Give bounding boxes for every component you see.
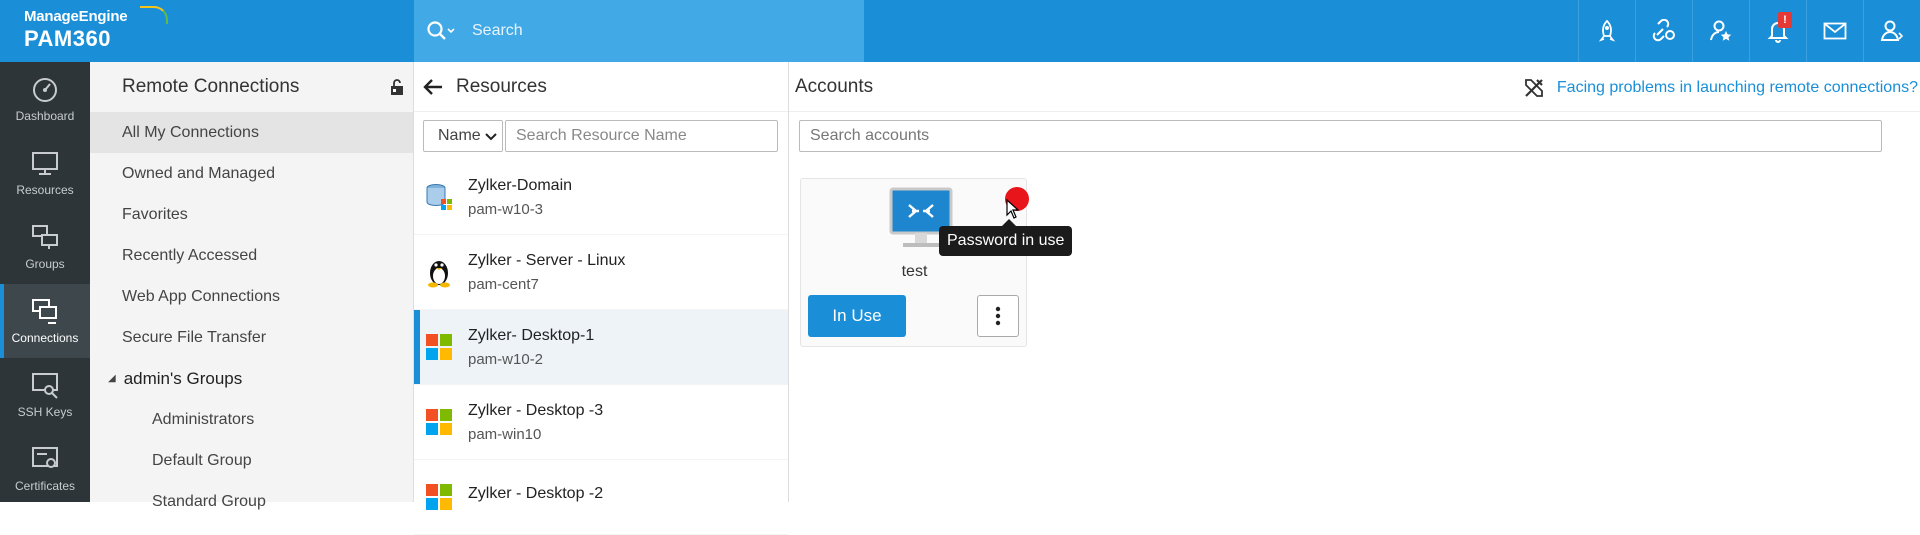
rc-item-owned-and-managed[interactable]: Owned and Managed (90, 153, 413, 194)
mail-icon[interactable] (1806, 0, 1863, 62)
brand-logo[interactable]: ManageEngine PAM360 (24, 6, 168, 52)
help-link[interactable]: Facing problems in launching remote conn… (1523, 77, 1918, 99)
linux-icon (424, 257, 454, 288)
resource-host: pam-cent7 (468, 275, 539, 293)
user-star-icon[interactable] (1692, 0, 1749, 62)
resource-search-bar: Name (414, 112, 788, 160)
chevron-down-icon (484, 127, 498, 150)
mouse-cursor-icon (1006, 198, 1020, 224)
rc-group-administrators[interactable]: Administrators (90, 399, 413, 440)
nav-certificates[interactable]: Certificates (0, 432, 90, 506)
nav-label: SSH Keys (17, 405, 73, 419)
help-link-text[interactable]: Facing problems in launching remote conn… (1557, 79, 1918, 97)
resource-row[interactable]: Zylker - Desktop -3 pam-win10 (414, 385, 788, 460)
password-in-use-tooltip: Password in use (939, 219, 1073, 256)
account-search-input[interactable] (799, 120, 1882, 152)
resource-name: Zylker - Desktop -2 (468, 485, 604, 502)
resource-host: pam-w10-3 (468, 200, 544, 218)
rc-item-recently-accessed[interactable]: Recently Accessed (90, 235, 413, 276)
key-icon (32, 373, 58, 399)
nav-label: Dashboard (15, 109, 75, 123)
rocket-icon[interactable] (1578, 0, 1635, 62)
panel-title: Resources (456, 75, 547, 97)
group-label: admin's Groups (123, 368, 243, 388)
windows-icon (424, 332, 454, 362)
resources-header: Resources (414, 62, 788, 112)
remote-connections-header: Remote Connections (90, 62, 413, 112)
link-settings-icon[interactable] (1635, 0, 1692, 62)
unlock-icon[interactable] (389, 78, 405, 102)
certificate-icon (32, 447, 58, 468)
resource-name: Zylker-Domain (468, 176, 573, 194)
rc-item-favorites[interactable]: Favorites (90, 194, 413, 235)
accounts-header: Accounts Facing problems in launching re… (789, 62, 1920, 112)
nav-connections[interactable]: Connections (0, 284, 90, 358)
account-card[interactable]: test In Use (800, 178, 1029, 347)
account-search-bar (789, 112, 1920, 160)
nav-label: Certificates (14, 479, 76, 493)
rc-item-all-my-connections[interactable]: All My Connections (90, 112, 413, 153)
top-bar: ManageEngine PAM360 ! (0, 0, 1920, 62)
main-nav: Dashboard Resources Groups Connections S… (0, 62, 90, 502)
logo-arc (140, 6, 168, 24)
more-options-button[interactable] (977, 295, 1019, 337)
monitor-icon (32, 152, 58, 175)
filter-select-value: Name (438, 127, 481, 144)
resources-panel: Resources Name Zylker-Domain pam-w10-3 Z… (414, 62, 789, 535)
user-icon[interactable] (1863, 0, 1920, 62)
panel-title: Accounts (795, 75, 874, 97)
groups-icon (32, 225, 58, 249)
resource-name: Zylker- Desktop-1 (468, 326, 595, 344)
rc-group-admins-groups[interactable]: ◢ admin's Groups (90, 358, 413, 399)
top-icon-bar: ! (1578, 0, 1920, 62)
more-vertical-icon (995, 306, 1001, 326)
nav-dashboard[interactable]: Dashboard (0, 62, 90, 136)
nav-label: Resources (16, 183, 74, 197)
rc-item-secure-file-transfer[interactable]: Secure File Transfer (90, 317, 413, 358)
remote-connections-panel: Remote Connections All My Connections Ow… (90, 62, 414, 510)
brand-company: ManageEngine (24, 8, 128, 25)
filter-select[interactable]: Name (423, 120, 503, 152)
brand-product: PAM360 (24, 26, 111, 51)
nav-ssh-keys[interactable]: SSH Keys (0, 358, 90, 432)
panel-title: Remote Connections (122, 76, 300, 97)
resource-host: pam-w10-2 (468, 350, 544, 368)
nav-groups[interactable]: Groups (0, 210, 90, 284)
rc-group-default[interactable]: Default Group (90, 440, 413, 481)
resource-row[interactable]: Zylker - Desktop -2 (414, 460, 788, 535)
nav-label: Connections (11, 331, 79, 345)
resource-host: pam-win10 (468, 425, 542, 443)
back-arrow-icon[interactable] (422, 78, 444, 96)
resource-row[interactable]: Zylker-Domain pam-w10-3 (414, 160, 788, 235)
in-use-button[interactable]: In Use (808, 295, 906, 337)
resource-name: Zylker - Desktop -3 (468, 401, 604, 419)
global-search[interactable] (414, 0, 864, 62)
bell-icon[interactable]: ! (1749, 0, 1806, 62)
domain-icon (424, 182, 454, 212)
tools-icon (1525, 79, 1543, 97)
rc-item-web-app-connections[interactable]: Web App Connections (90, 276, 413, 317)
notification-badge: ! (1778, 12, 1792, 28)
resource-search-input[interactable] (505, 120, 778, 152)
windows-icon (424, 482, 454, 512)
search-input[interactable] (472, 17, 852, 45)
nav-label: Groups (25, 257, 65, 271)
account-name: test (901, 263, 928, 280)
connections-icon (32, 299, 57, 324)
search-icon[interactable] (426, 20, 456, 47)
collapse-triangle-icon[interactable]: ◢ (108, 373, 116, 384)
resource-name: Zylker - Server - Linux (468, 251, 626, 269)
windows-icon (424, 407, 454, 437)
accounts-panel: Accounts Facing problems in launching re… (789, 62, 1920, 502)
resource-row[interactable]: Zylker- Desktop-1 pam-w10-2 (414, 310, 788, 385)
nav-resources[interactable]: Resources (0, 136, 90, 210)
resource-row[interactable]: Zylker - Server - Linux pam-cent7 (414, 235, 788, 310)
gauge-icon (33, 78, 57, 102)
